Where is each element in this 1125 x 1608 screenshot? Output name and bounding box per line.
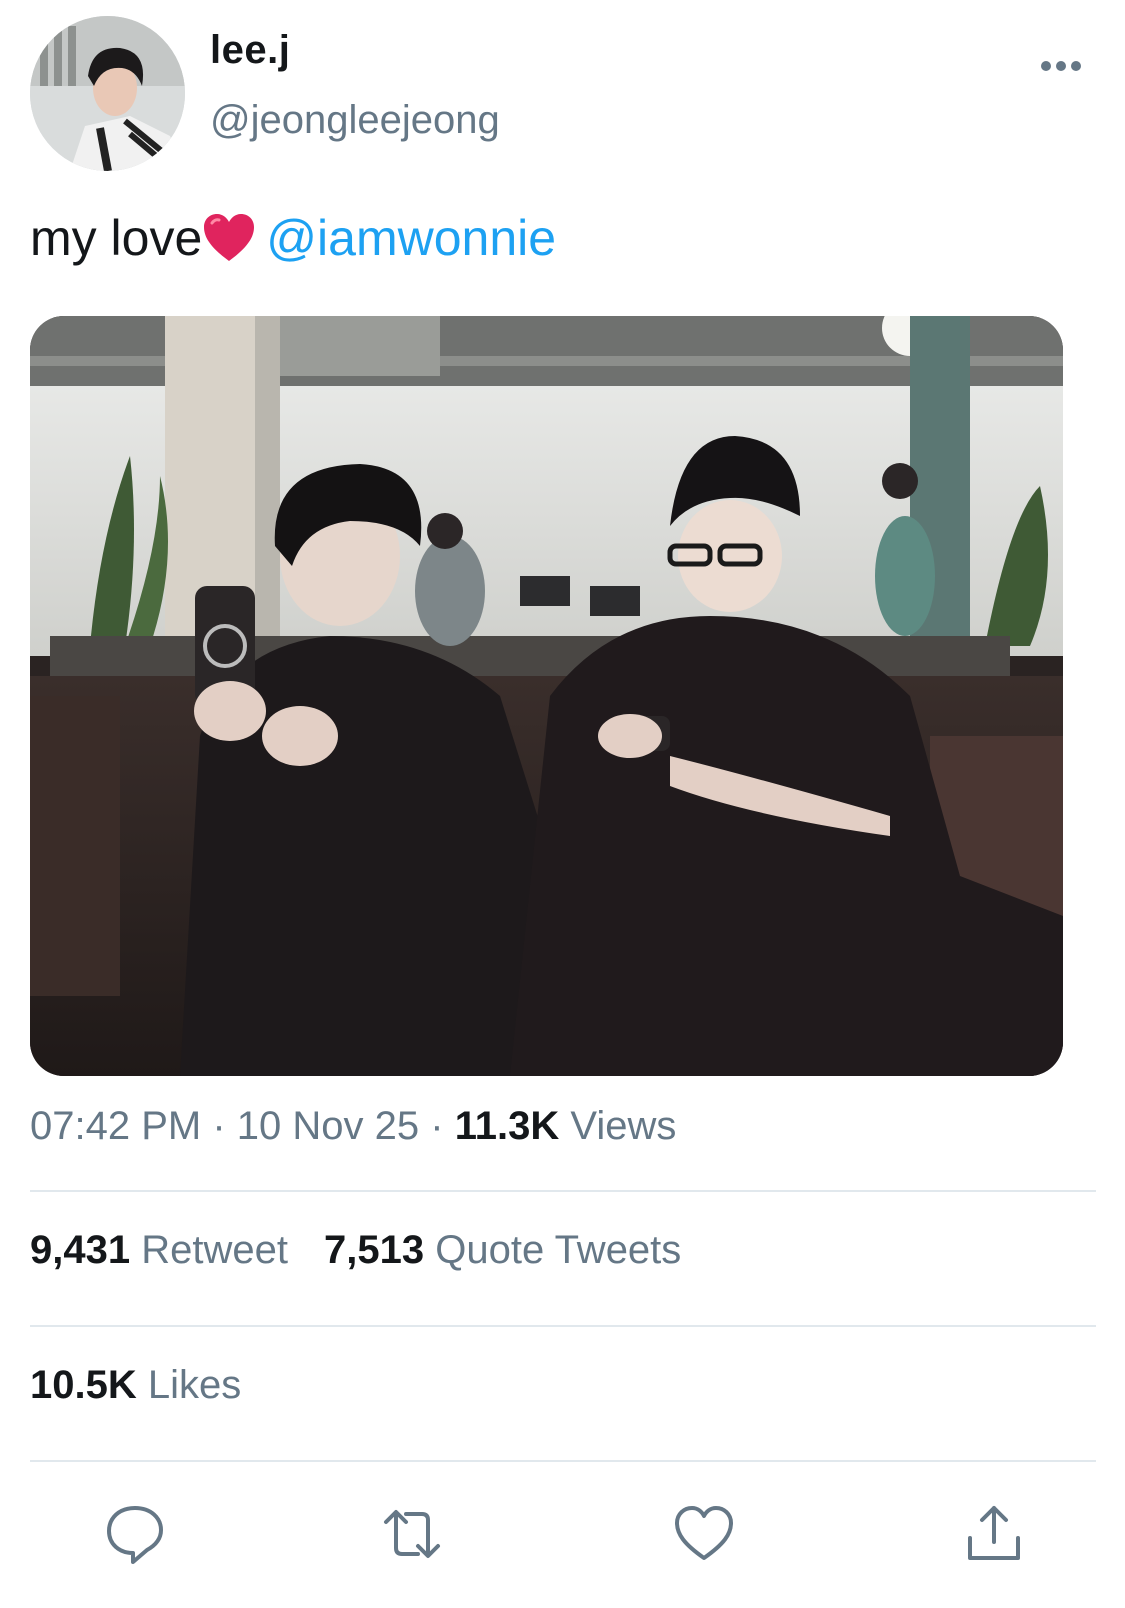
reply-icon[interactable] (103, 1502, 167, 1566)
heart-emoji-icon (202, 213, 256, 263)
username-handle[interactable]: @jeongleejeong (210, 98, 500, 143)
likes-stat[interactable]: 10.5K Likes (30, 1363, 241, 1407)
likes-count: 10.5K (30, 1363, 137, 1407)
views-count: 11.3K (454, 1104, 560, 1148)
retweet-icon[interactable] (380, 1502, 444, 1566)
divider (30, 1325, 1096, 1327)
divider (30, 1460, 1096, 1462)
tweet-detail: lee.j @jeongleejeong my love @iamwonnie (0, 0, 1125, 1608)
tweet-photo[interactable] (30, 316, 1063, 1076)
photo-image (30, 316, 1063, 1076)
meta-separator: · (430, 1104, 444, 1148)
tweet-meta: 07:42 PM · 10 Nov 25 · 11.3K Views (30, 1104, 676, 1149)
more-options-icon[interactable] (1040, 58, 1082, 74)
tweet-text: my love @iamwonnie (30, 208, 556, 268)
retweets-label: Retweet (141, 1228, 288, 1272)
views-label: Views (570, 1104, 677, 1148)
tweet-date[interactable]: 10 Nov 25 (237, 1104, 419, 1148)
likes-label: Likes (147, 1363, 242, 1407)
likes-row: 10.5K Likes (30, 1363, 277, 1408)
avatar-image (30, 16, 185, 171)
quote-tweets-count: 7,513 (323, 1228, 425, 1272)
retweets-count: 9,431 (30, 1228, 131, 1272)
quote-tweets-label: Quote Tweets (435, 1228, 682, 1272)
display-name[interactable]: lee.j (210, 28, 290, 73)
tweet-body: my love (30, 210, 203, 266)
divider (30, 1190, 1096, 1192)
share-icon[interactable] (962, 1502, 1026, 1566)
retweets-stat[interactable]: 9,431 Retweet (30, 1228, 288, 1272)
engagement-row: 9,431 Retweet 7,513 Quote Tweets (30, 1228, 717, 1273)
quote-tweets-stat[interactable]: 7,513 Quote Tweets (324, 1228, 681, 1272)
like-icon[interactable] (672, 1502, 736, 1566)
avatar[interactable] (30, 16, 185, 171)
meta-separator: · (212, 1104, 226, 1148)
mention-link[interactable]: @iamwonnie (266, 210, 556, 266)
tweet-time[interactable]: 07:42 PM (30, 1104, 201, 1148)
